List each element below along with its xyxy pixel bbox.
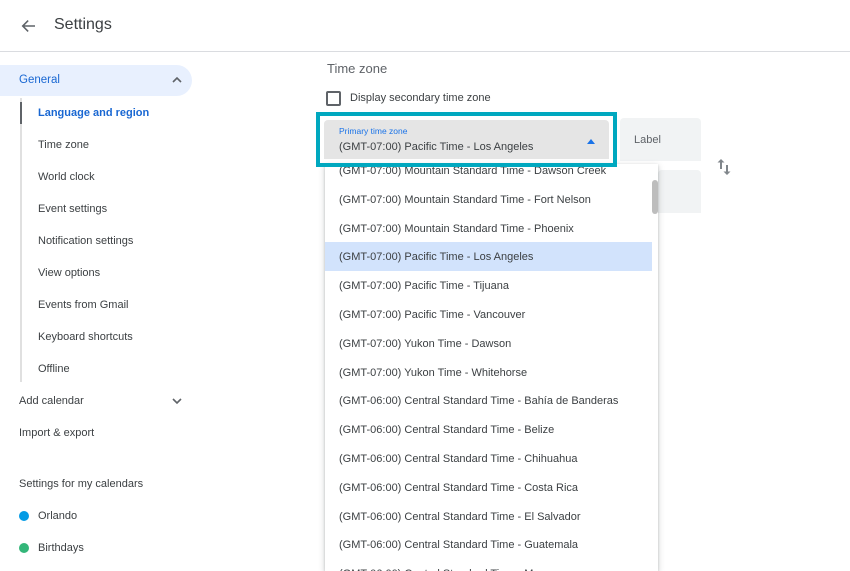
back-button[interactable] (14, 12, 44, 40)
dropdown-option[interactable]: (GMT-06:00) Central Standard Time - El S… (325, 502, 652, 531)
settings-sidebar: General Language and region Time zone Wo… (0, 52, 310, 571)
calendar-color-dot (19, 543, 29, 553)
primary-time-zone-field[interactable]: Primary time zone (GMT-07:00) Pacific Ti… (324, 120, 609, 159)
calendar-item-orlando[interactable]: Orlando (19, 508, 77, 524)
calendar-item-birthdays[interactable]: Birthdays (19, 540, 84, 556)
my-calendars-heading: Settings for my calendars (19, 478, 144, 490)
dropdown-option[interactable]: (GMT-07:00) Mountain Standard Time - For… (325, 185, 652, 214)
secondary-time-zone-checkbox-row[interactable]: Display secondary time zone (326, 90, 491, 106)
dropdown-option[interactable]: (GMT-06:00) Central Standard Time - Cost… (325, 473, 652, 502)
dropdown-option[interactable]: (GMT-06:00) Central Standard Time - Guat… (325, 530, 652, 559)
sidebar-item-time-zone[interactable]: Time zone (38, 139, 89, 151)
sidebar-item-events-from-gmail[interactable]: Events from Gmail (38, 299, 128, 311)
sidebar-item-general[interactable]: General (0, 65, 192, 96)
sidebar-item-add-calendar[interactable]: Add calendar (19, 395, 84, 407)
dropdown-option-selected[interactable]: (GMT-07:00) Pacific Time - Los Angeles (325, 242, 652, 271)
dropdown-arrow-up-icon (587, 139, 595, 144)
sidebar-item-import-export[interactable]: Import & export (19, 427, 94, 439)
dropdown-option[interactable]: (GMT-06:00) Central Standard Time - Beli… (325, 415, 652, 444)
dropdown-option[interactable]: (GMT-07:00) Yukon Time - Dawson (325, 329, 652, 358)
sidebar-item-keyboard-shortcuts[interactable]: Keyboard shortcuts (38, 331, 133, 343)
dropdown-option[interactable]: (GMT-07:00) Mountain Standard Time - Daw… (325, 164, 652, 185)
secondary-time-zone-checkbox[interactable] (326, 90, 341, 106)
dropdown-option[interactable]: (GMT-07:00) Pacific Time - Vancouver (325, 300, 652, 329)
chevron-up-icon (172, 76, 182, 83)
primary-time-zone-select[interactable]: Primary time zone (GMT-07:00) Pacific Ti… (316, 112, 617, 167)
subnav-active-indicator (20, 102, 22, 124)
dropdown-option[interactable]: (GMT-06:00) Central Standard Time - Chih… (325, 444, 652, 473)
arrow-back-icon (21, 20, 35, 32)
swap-vertical-icon (717, 159, 731, 175)
sidebar-item-event-settings[interactable]: Event settings (38, 203, 107, 215)
dropdown-option[interactable]: (GMT-06:00) Central Standard Time - Bahí… (325, 386, 652, 415)
dropdown-scrollbar[interactable] (652, 180, 658, 214)
sidebar-item-language-and-region[interactable]: Language and region (38, 107, 149, 119)
primary-time-zone-value: (GMT-07:00) Pacific Time - Los Angeles (339, 141, 534, 153)
dropdown-option[interactable]: (GMT-07:00) Mountain Standard Time - Pho… (325, 214, 652, 243)
secondary-label-field[interactable] (658, 170, 701, 213)
sidebar-item-world-clock[interactable]: World clock (38, 171, 95, 183)
label-placeholder: Label (634, 134, 661, 146)
sidebar-item-general-label: General (19, 74, 60, 86)
sidebar-item-offline[interactable]: Offline (38, 363, 70, 375)
calendar-name: Birthdays (38, 542, 84, 554)
swap-time-zones-button[interactable] (713, 155, 735, 179)
subnav-track (20, 98, 22, 382)
chevron-down-icon[interactable] (170, 394, 184, 408)
dropdown-option[interactable]: (GMT-06:00) Central Standard Time - Mana… (325, 559, 652, 571)
calendar-name: Orlando (38, 510, 78, 522)
page-title: Settings (54, 16, 112, 33)
time-zone-label-field[interactable]: Label (620, 118, 701, 161)
time-zone-dropdown-list[interactable]: (GMT-07:00) Mountain Standard Time - Daw… (325, 164, 658, 571)
dropdown-option[interactable]: (GMT-07:00) Pacific Time - Tijuana (325, 271, 652, 300)
settings-header: Settings (0, 0, 850, 52)
dropdown-option[interactable]: (GMT-07:00) Yukon Time - Whitehorse (325, 358, 652, 387)
sidebar-item-view-options[interactable]: View options (38, 267, 100, 279)
primary-time-zone-caption: Primary time zone (339, 126, 408, 136)
section-title-time-zone: Time zone (327, 61, 388, 76)
sidebar-item-notification-settings[interactable]: Notification settings (38, 235, 133, 247)
secondary-time-zone-label: Display secondary time zone (350, 92, 491, 104)
calendar-color-dot (19, 511, 29, 521)
